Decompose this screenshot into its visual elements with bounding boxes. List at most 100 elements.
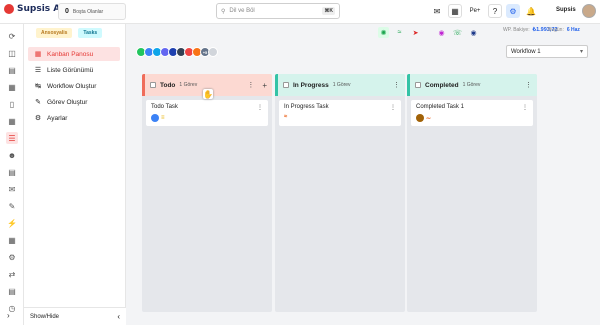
app-name: Supsis Ai	[17, 4, 64, 14]
user-avatar[interactable]	[582, 4, 596, 18]
more-options-icon[interactable]: ⋮	[525, 81, 532, 89]
add-task-icon[interactable]: +	[262, 81, 267, 90]
whatsapp-icon[interactable]: ☏	[452, 27, 463, 38]
share-icon[interactable]: ⇄	[6, 268, 18, 280]
logo-icon	[4, 4, 14, 14]
search-shortcut: ⌘K	[322, 7, 335, 15]
workflow-icon: ↹	[35, 83, 41, 90]
tag-tasks[interactable]: Tasks	[78, 28, 103, 38]
task-card[interactable]: Todo Task ⋮ ≡	[146, 100, 268, 126]
gear-icon: ⚙	[34, 115, 42, 122]
assignee-avatar[interactable]	[151, 114, 159, 122]
card-icon[interactable]: ▤	[6, 285, 18, 297]
card-menu-icon[interactable]: ⋮	[390, 104, 396, 111]
show-hide-toggle[interactable]: Show/Hide ‹	[24, 307, 126, 325]
team-avatars: +5	[136, 47, 218, 57]
pen-add-icon[interactable]: Pe+	[466, 4, 484, 18]
online-agents-box[interactable]: 0 Boşta Olanlar	[58, 3, 126, 20]
settings-icon[interactable]: ⚙	[506, 4, 520, 18]
hand-cursor-icon: ✋	[203, 89, 213, 99]
task-title: In Progress Task	[284, 104, 329, 110]
chevron-down-icon: ▾	[579, 49, 583, 55]
tag-ansosyalis[interactable]: Ansosyalis	[36, 28, 73, 38]
column-header: In Progress 1 Görev ⋮	[275, 74, 405, 96]
menu-item-list[interactable]: ☰ Liste Görünümü	[28, 63, 120, 77]
top-bar: Supsis Ai 0 Boşta Olanlar ⚲ Dil ve Böl ⌘…	[0, 0, 600, 24]
task-title: Todo Task	[151, 104, 178, 110]
app-logo[interactable]: Supsis Ai	[4, 4, 63, 14]
column-todo: Todo 1 Görev ⋮ + Todo Task ⋮ ≡	[142, 74, 272, 312]
status-icons: ✺ ≈ ➤ ◉ ☏ ◉	[378, 27, 479, 38]
online-count: 0	[65, 8, 69, 15]
network-status-icon[interactable]: ✺	[378, 27, 389, 38]
document-icon[interactable]: ▦	[6, 81, 18, 93]
avatar[interactable]	[208, 47, 218, 57]
more-options-icon[interactable]: ⋮	[247, 81, 254, 89]
calendar-grid-icon[interactable]: ▦	[6, 115, 18, 127]
users-icon[interactable]: ☻	[6, 149, 18, 161]
menu-item-label: Kanban Panosu	[47, 50, 94, 58]
card-menu-icon[interactable]: ⋮	[522, 104, 528, 111]
card-menu-icon[interactable]: ⋮	[257, 104, 263, 111]
mobile-icon[interactable]: ▯	[6, 98, 18, 110]
show-hide-label: Show/Hide	[30, 313, 60, 320]
instagram-icon[interactable]: ◉	[436, 27, 447, 38]
chevron-left-icon: ‹	[117, 312, 120, 321]
column-name: Todo	[160, 81, 176, 89]
dashboard-icon[interactable]: ⟳	[6, 30, 18, 42]
messenger-icon[interactable]: ◉	[468, 27, 479, 38]
column-name: Completed	[425, 81, 459, 89]
wifi-icon[interactable]: ≈	[394, 27, 405, 38]
menu-item-kanban[interactable]: ▦ Kanban Panosu	[28, 47, 120, 61]
task-title: Completed Task 1	[416, 104, 464, 110]
mail-box-icon[interactable]: ✉	[6, 183, 18, 195]
menu-item-label: Ayarlar	[47, 114, 68, 122]
mail-icon[interactable]: ✉	[430, 4, 444, 18]
gear-icon[interactable]: ⚙	[6, 251, 18, 263]
calendar-icon[interactable]: ▦	[448, 4, 462, 18]
search-input[interactable]: Dil ve Böl	[229, 8, 254, 14]
lightning-icon[interactable]: ⚡	[6, 217, 18, 229]
edit-icon[interactable]: ✎	[6, 200, 18, 212]
tag-row: Ansosyalis Tasks	[36, 28, 103, 38]
assignee-avatar[interactable]	[416, 114, 424, 122]
user-name[interactable]: Supsis	[556, 7, 576, 13]
task-card[interactable]: Completed Task 1 ⋮ ∼	[411, 100, 533, 126]
priority-medium-icon: ≡	[161, 115, 165, 121]
task-meta: ≡	[151, 114, 165, 122]
kanban-board: Todo 1 Görev ⋮ + Todo Task ⋮ ≡ In Progre…	[126, 64, 600, 325]
today-value: 6 Haz	[566, 27, 580, 33]
more-options-icon[interactable]: ⋮	[393, 81, 400, 89]
menu-item-workflow[interactable]: ↹ Workflow Oluştur	[28, 79, 120, 93]
menu-item-create-task[interactable]: ✎ Görev Oluştur	[28, 95, 120, 109]
priority-icon: ∼	[426, 115, 432, 122]
notification-bell-icon[interactable]: 🔔	[524, 4, 538, 18]
apps-icon[interactable]: ▦	[6, 234, 18, 246]
column-checkbox[interactable]	[150, 82, 156, 88]
column-name: In Progress	[293, 81, 329, 89]
column-count: 1 Görev	[332, 82, 351, 88]
toolbar-icons: ✉ ▦ Pe+ ? ⚙ 🔔	[430, 4, 538, 18]
menu-item-label: Liste Görünümü	[47, 66, 94, 74]
today-date: Bugün: 6 Haz	[548, 27, 580, 33]
search-box[interactable]: ⚲ Dil ve Böl ⌘K	[216, 3, 340, 19]
inbox-icon[interactable]: ▤	[6, 64, 18, 76]
task-meta: ≈	[284, 114, 287, 120]
column-count: 1 Görev	[462, 82, 481, 88]
telegram-icon[interactable]: ➤	[410, 27, 421, 38]
chat-icon[interactable]: ◫	[6, 47, 18, 59]
help-icon[interactable]: ?	[488, 4, 502, 18]
task-meta: ∼	[416, 114, 431, 122]
workflow-select[interactable]: Workflow 1 ▾	[506, 45, 588, 58]
icon-sidebar: ⟳ ◫ ▤ ▦ ▯ ▦ ☰ ☻ ▤ ✉ ✎ ⚡ ▦ ⚙ ⇄ ▤ ◷	[0, 24, 24, 325]
column-in-progress: In Progress 1 Görev ⋮ In Progress Task ⋮…	[275, 74, 405, 312]
column-checkbox[interactable]	[415, 82, 421, 88]
expand-chevron-icon[interactable]: ›	[7, 311, 10, 320]
task-icon: ✎	[35, 99, 41, 106]
menu-item-settings[interactable]: ⚙ Ayarlar	[28, 111, 120, 125]
task-card[interactable]: In Progress Task ⋮ ≈	[279, 100, 401, 126]
archive-icon[interactable]: ▤	[6, 166, 18, 178]
column-checkbox[interactable]	[283, 82, 289, 88]
column-completed: Completed 1 Görev ⋮ Completed Task 1 ⋮ ∼	[407, 74, 537, 312]
tasks-icon[interactable]: ☰	[6, 132, 18, 144]
